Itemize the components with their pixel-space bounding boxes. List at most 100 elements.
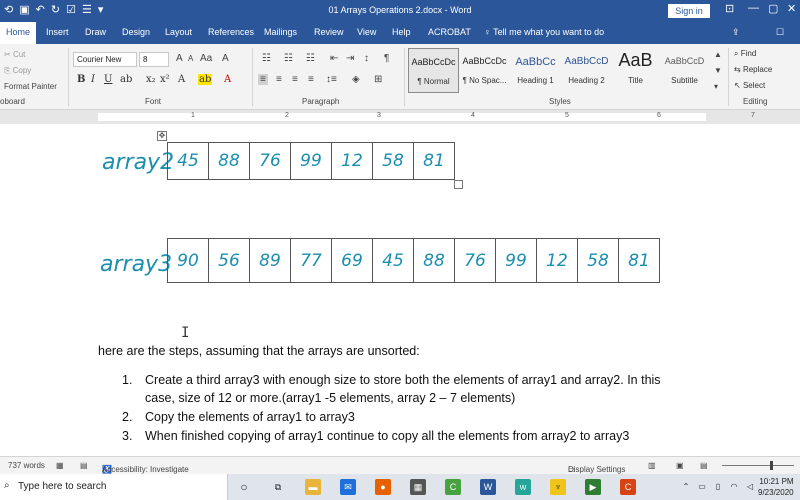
table-move-handle-icon[interactable]: ✥ [157, 131, 167, 141]
style-heading-1[interactable]: AaBbCc Heading 1 [510, 48, 561, 93]
underline-icon[interactable]: U [104, 74, 112, 85]
zoom-slider[interactable] [722, 465, 794, 466]
grow-font-icon[interactable]: A [176, 53, 183, 64]
macro-icon[interactable]: ▤ [80, 461, 88, 470]
tab-help[interactable]: Help [392, 27, 411, 37]
style-subtitle[interactable]: AaBbCcD Subtitle [659, 48, 710, 93]
tab-draw[interactable]: Draw [85, 27, 106, 37]
tab-design[interactable]: Design [122, 27, 150, 37]
justify-icon[interactable]: ≡ [308, 74, 314, 85]
style-title[interactable]: AaB Title [610, 48, 661, 93]
word-icon[interactable]: W [480, 479, 496, 495]
styles-scroll-down-icon[interactable]: ▼ [714, 66, 722, 75]
align-left-icon[interactable]: ≡ [258, 74, 268, 85]
clock[interactable]: 10:21 PM 9/23/2020 [758, 476, 794, 498]
tab-view[interactable]: View [357, 27, 376, 37]
tab-layout[interactable]: Layout [165, 27, 192, 37]
table-cell[interactable]: 12 [331, 142, 373, 180]
close-icon[interactable]: ✕ [787, 2, 796, 15]
task-view-icon[interactable]: ⧉ [270, 479, 286, 495]
styles-scroll-up-icon[interactable]: ▲ [714, 50, 722, 59]
minimize-icon[interactable]: — [748, 2, 759, 14]
app-icon[interactable]: ▶ [585, 479, 601, 495]
table-cell[interactable]: 76 [454, 238, 496, 283]
mail-icon[interactable]: ✉ [340, 479, 356, 495]
table-cell[interactable]: 89 [249, 238, 291, 283]
font-color-icon[interactable]: A [224, 74, 231, 85]
superscript-icon[interactable]: x² [160, 74, 170, 85]
cortana-icon[interactable]: ○ [236, 479, 252, 495]
restore-icon[interactable]: ▢ [768, 2, 778, 15]
python-icon[interactable]: ♆ [550, 479, 566, 495]
decrease-indent-icon[interactable]: ⇤ [330, 53, 338, 64]
line-spacing-icon[interactable]: ↕≡ [326, 74, 337, 85]
table-cell[interactable]: 76 [249, 142, 291, 180]
web-layout-icon[interactable]: ▤ [700, 461, 708, 470]
table-cell[interactable]: 77 [290, 238, 332, 283]
recorder-icon[interactable]: C [620, 479, 636, 495]
table-cell[interactable]: 12 [536, 238, 578, 283]
table-cell[interactable]: 88 [413, 238, 455, 283]
volume-icon[interactable]: ◁ [742, 479, 758, 495]
strikethrough-icon[interactable]: ab [120, 74, 132, 85]
table-cell[interactable]: 58 [577, 238, 619, 283]
table-cell[interactable]: 58 [372, 142, 414, 180]
proofing-icon[interactable]: ▦ [56, 461, 64, 470]
tab-mailings[interactable]: Mailings [264, 27, 297, 37]
ribbon-display-icon[interactable]: ⊡ [725, 2, 734, 15]
highlight-icon[interactable]: ab [198, 74, 213, 85]
italic-icon[interactable]: I [91, 74, 95, 85]
sort-icon[interactable]: ↕ [364, 53, 369, 64]
table-cell[interactable]: 99 [495, 238, 537, 283]
tab-insert[interactable]: Insert [46, 27, 69, 37]
borders-icon[interactable]: ⊞ [374, 74, 382, 85]
format-painter-button[interactable]: Format Painter [4, 82, 57, 91]
cut-button[interactable]: ✂ Cut [4, 50, 25, 59]
word-count[interactable]: 737 words [8, 461, 45, 470]
clear-formatting-icon[interactable]: A [222, 53, 229, 64]
calculator-icon[interactable]: ▦ [410, 479, 426, 495]
bullets-icon[interactable]: ☷ [262, 53, 271, 64]
shrink-font-icon[interactable]: A [188, 54, 193, 63]
tab-review[interactable]: Review [314, 27, 344, 37]
multilevel-list-icon[interactable]: ☷ [306, 53, 315, 64]
search-input[interactable]: Type here to search [18, 481, 106, 492]
tab-references[interactable]: References [208, 27, 254, 37]
table-cell[interactable]: 99 [290, 142, 332, 180]
webex-icon[interactable]: w [515, 479, 531, 495]
comments-icon[interactable]: ☐ [776, 27, 784, 38]
table-cell[interactable]: 90 [167, 238, 209, 283]
table-cell[interactable]: 88 [208, 142, 250, 180]
wifi-icon[interactable]: ◠ [726, 479, 742, 495]
subscript-icon[interactable]: x₂ [146, 74, 156, 85]
table-cell[interactable]: 81 [618, 238, 660, 283]
align-center-icon[interactable]: ≡ [276, 74, 282, 85]
taskbar-search[interactable]: ⌕ Type here to search [0, 474, 228, 500]
style-no-spacing[interactable]: AaBbCcDc ¶ No Spac... [459, 48, 510, 93]
tell-me-search[interactable]: ♀ Tell me what you want to do [484, 27, 604, 37]
battery-icon[interactable]: ▯ [710, 479, 726, 495]
table-cell[interactable]: 69 [331, 238, 373, 283]
tab-acrobat[interactable]: ACROBAT [428, 27, 471, 37]
tray-overflow-icon[interactable]: ⌃ [678, 479, 694, 495]
read-mode-icon[interactable]: ▥ [648, 461, 656, 470]
align-right-icon[interactable]: ≡ [292, 74, 298, 85]
copy-button[interactable]: ⎘ Copy [4, 66, 31, 76]
table-cell[interactable]: 45 [167, 142, 209, 180]
firefox-icon[interactable]: ● [375, 479, 391, 495]
select-button[interactable]: ↖ Select [734, 81, 765, 90]
bold-icon[interactable]: B [77, 74, 85, 85]
array2-table[interactable]: 45 88 76 99 12 58 81 [167, 142, 455, 180]
find-button[interactable]: ⌕ Find [734, 49, 756, 59]
camtasia-icon[interactable]: C [445, 479, 461, 495]
shading-icon[interactable]: ◈ [352, 74, 360, 85]
array3-table[interactable]: 90 56 89 77 69 45 88 76 99 12 58 81 [167, 238, 660, 283]
style-heading-2[interactable]: AaBbCcD Heading 2 [561, 48, 612, 93]
network-icon[interactable]: ▭ [694, 479, 710, 495]
horizontal-ruler[interactable]: 1 2 3 4 5 6 7 [0, 110, 800, 124]
show-marks-icon[interactable]: ¶ [384, 53, 389, 64]
text-effects-icon[interactable]: A [178, 74, 185, 85]
zoom-slider-thumb[interactable] [770, 461, 773, 470]
table-cell[interactable]: 56 [208, 238, 250, 283]
table-cell[interactable]: 81 [413, 142, 455, 180]
